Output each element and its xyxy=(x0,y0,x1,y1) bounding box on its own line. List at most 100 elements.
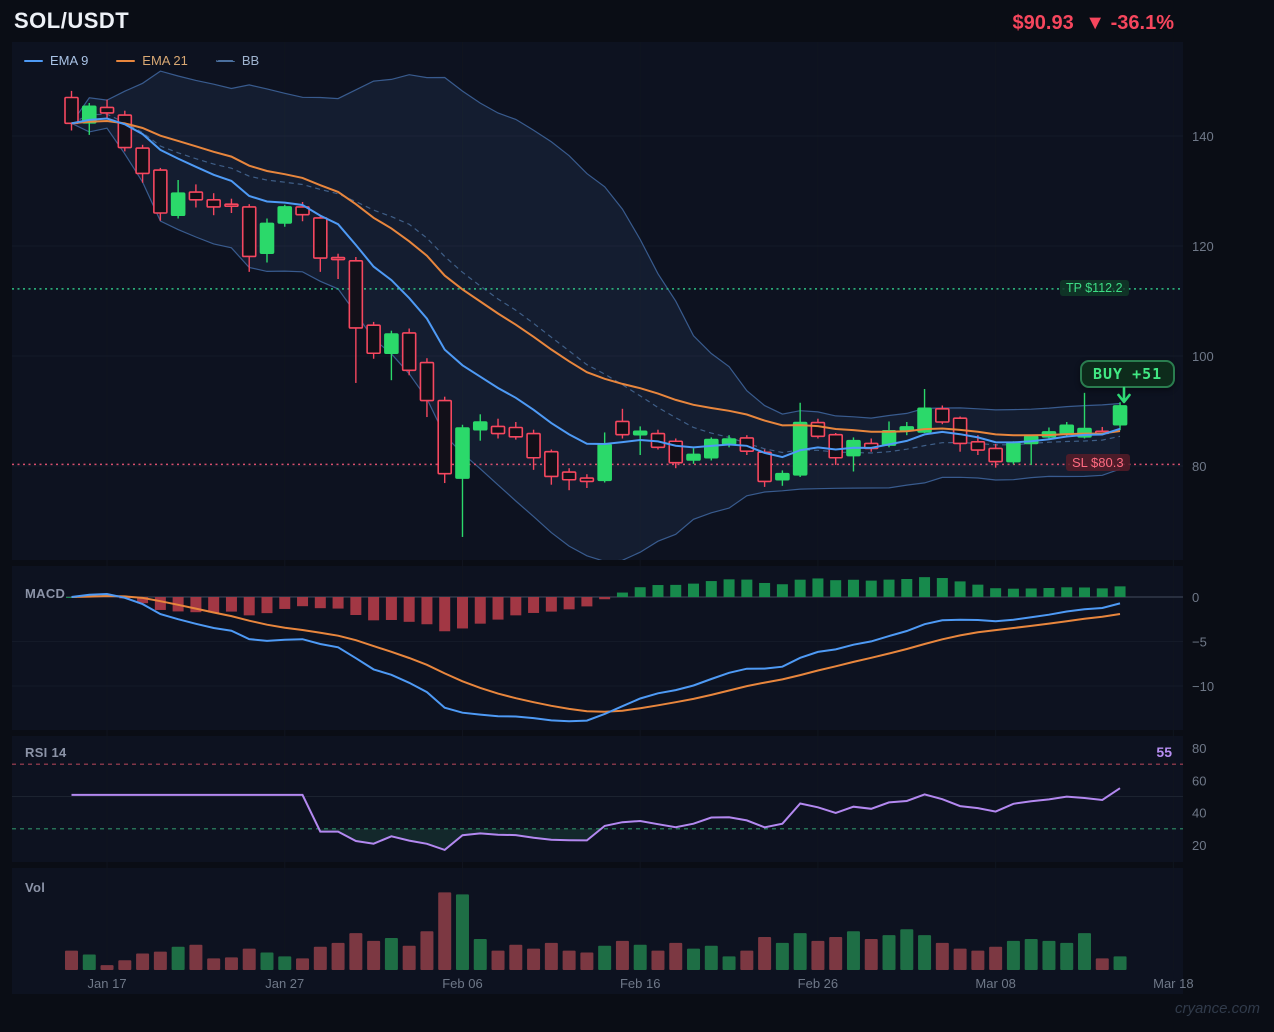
macd-histogram-bar xyxy=(883,579,895,597)
candle xyxy=(348,260,364,329)
macd-histogram-bar xyxy=(847,579,859,597)
macd-histogram-bar xyxy=(545,597,557,612)
macd-histogram-bar xyxy=(865,580,877,597)
macd-histogram-bar xyxy=(634,587,646,597)
axis-tick-label: −10 xyxy=(1192,679,1214,694)
candle xyxy=(401,332,417,372)
candle xyxy=(810,421,826,438)
volume-bar xyxy=(207,958,221,970)
buy-signal-badge: BUY +51 xyxy=(1080,360,1176,388)
legend-item-ema21[interactable]: EMA 21 xyxy=(116,53,188,68)
volume-bar xyxy=(1095,958,1109,970)
buy-side-label: BUY xyxy=(1093,365,1124,383)
macd-histogram-bar xyxy=(279,597,291,609)
volume-bar xyxy=(242,948,256,970)
macd-histogram-bar xyxy=(1007,588,1019,597)
legend-item-ema9[interactable]: EMA 9 xyxy=(24,53,88,68)
macd-histogram-bar xyxy=(1114,586,1126,597)
volume-bar xyxy=(900,929,914,970)
volume-bar xyxy=(136,953,150,970)
volume-bar xyxy=(829,937,843,970)
volume-bar xyxy=(615,940,629,970)
axis-tick-label: 0 xyxy=(1192,590,1199,605)
macd-histogram-bar xyxy=(350,597,362,616)
volume-bar xyxy=(455,894,469,970)
candle xyxy=(828,433,843,459)
axis-tick-label: 80 xyxy=(1192,459,1206,474)
candle xyxy=(686,453,701,461)
volume-bar xyxy=(918,935,932,970)
panel-bg xyxy=(12,736,1183,862)
volume-bar xyxy=(1042,940,1056,970)
volume-bar xyxy=(1006,940,1020,970)
macd-histogram-bar xyxy=(599,597,611,600)
candle xyxy=(597,443,612,482)
macd-histogram-bar xyxy=(510,597,522,616)
volume-bar xyxy=(669,942,683,970)
macd-histogram-bar xyxy=(919,577,931,597)
volume-bar xyxy=(224,957,238,970)
candle xyxy=(703,438,719,459)
candle xyxy=(135,147,150,175)
candle xyxy=(259,222,275,254)
macd-histogram-bar xyxy=(705,581,717,597)
candle xyxy=(224,203,239,207)
macd-histogram-bar xyxy=(474,597,486,624)
volume-bar xyxy=(953,948,967,970)
volume-bar xyxy=(633,944,647,970)
legend-label: EMA 9 xyxy=(50,53,89,68)
volume-bar xyxy=(527,948,541,970)
macd-panel-label: MACD xyxy=(25,586,66,601)
volume-bar xyxy=(491,950,505,970)
macd-histogram-bar xyxy=(652,585,664,597)
volume-bar xyxy=(598,945,612,970)
macd-histogram-bar xyxy=(936,578,948,597)
legend-item-bb[interactable]: BB xyxy=(215,53,259,68)
candle xyxy=(455,427,470,479)
macd-histogram-bar xyxy=(1096,588,1108,597)
axis-tick-label: 120 xyxy=(1192,239,1214,254)
page-title: SOL/USDT xyxy=(14,8,130,33)
candle xyxy=(188,191,204,201)
macd-histogram-bar xyxy=(616,592,628,597)
panel-bg xyxy=(12,566,1183,730)
volume-bar xyxy=(296,958,310,970)
volume-bar xyxy=(473,938,487,970)
volume-bar xyxy=(935,942,949,970)
volume-bar xyxy=(758,937,772,970)
candle xyxy=(1059,424,1075,435)
candle xyxy=(615,420,630,436)
candle xyxy=(1006,442,1021,463)
macd-histogram-bar xyxy=(332,597,344,609)
volume-bar xyxy=(740,950,754,970)
macd-histogram-bar xyxy=(492,597,504,620)
macd-histogram-bar xyxy=(385,597,397,620)
volume-bar xyxy=(846,931,860,970)
candle xyxy=(99,106,115,114)
candle xyxy=(935,407,950,423)
macd-histogram-bar xyxy=(243,597,255,616)
volume-bar xyxy=(775,942,789,970)
candle xyxy=(117,114,133,149)
buy-qty-label: +51 xyxy=(1132,365,1163,383)
axis-tick-label: −5 xyxy=(1192,635,1207,650)
ema21-line-swatch-icon xyxy=(116,59,136,62)
axis-tick-label: 100 xyxy=(1192,349,1214,364)
volume-bar xyxy=(278,956,292,970)
macd-histogram-bar xyxy=(1043,588,1055,597)
volume-bar xyxy=(544,942,558,970)
candle xyxy=(757,451,772,483)
candle xyxy=(544,450,559,478)
candle xyxy=(437,399,453,475)
candle xyxy=(153,169,168,214)
axis-tick-label: 40 xyxy=(1192,806,1206,821)
axis-tick-label: Feb 16 xyxy=(620,976,660,991)
volume-bar xyxy=(971,950,985,970)
volume-bar xyxy=(402,945,416,970)
axis-tick-label: 80 xyxy=(1192,741,1206,756)
volume-bar xyxy=(722,956,736,970)
volume-bar xyxy=(580,952,594,970)
chart-canvas[interactable]: 140 120 100 80 0 −5 −10 80 60 40 20 Jan 17 Jan 27 Feb… xyxy=(0,0,1274,1032)
volume-bar xyxy=(367,940,381,970)
volume-bar xyxy=(118,960,132,970)
